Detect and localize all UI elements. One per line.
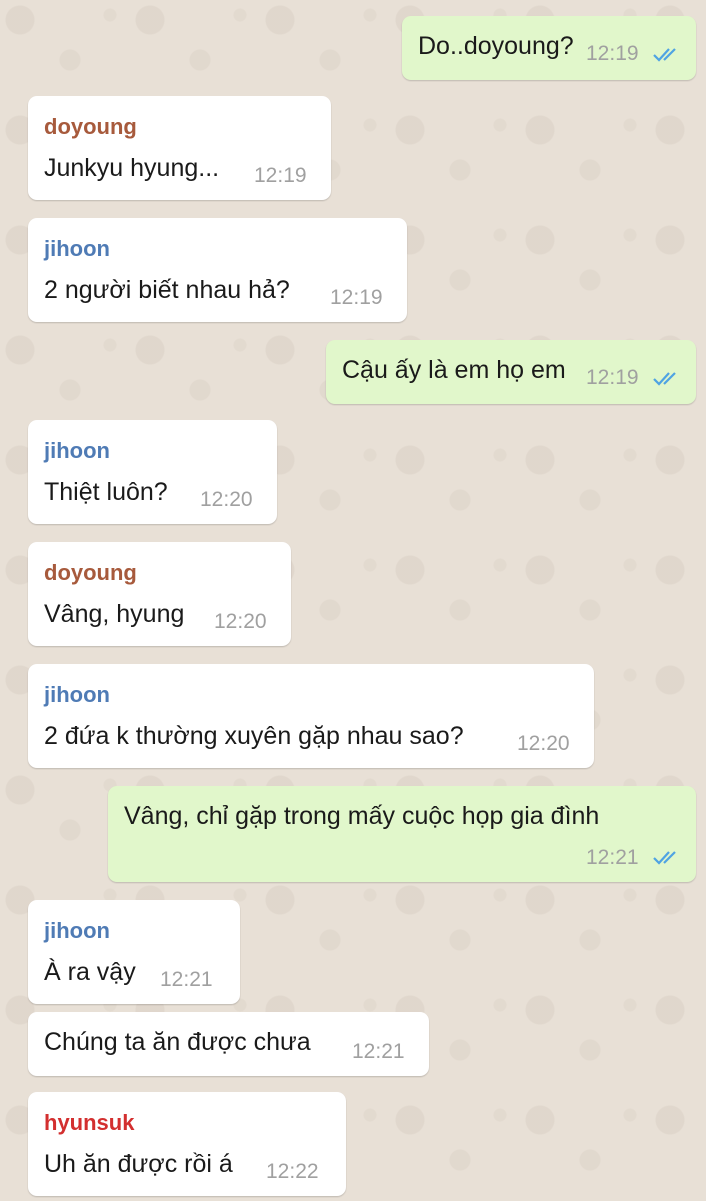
message-time: 12:22 xyxy=(266,1160,319,1183)
message-text: Thiệt luôn? xyxy=(44,478,168,506)
message-text: Junkyu hyung... xyxy=(44,154,220,182)
message-bubble-incoming[interactable]: Chúng ta ăn được chưa 12:21 xyxy=(28,1012,429,1076)
message-bubble-incoming[interactable]: jihoon Thiệt luôn? 12:20 xyxy=(28,420,277,524)
message-bubble-outgoing[interactable]: Vâng, chỉ gặp trong mấy cuộc họp gia đìn… xyxy=(108,786,696,882)
sender-name: doyoung xyxy=(44,114,137,139)
sender-name: jihoon xyxy=(44,236,110,261)
read-double-tick-icon xyxy=(653,48,676,62)
message-time: 12:20 xyxy=(214,610,267,633)
message-time: 12:21 xyxy=(160,968,213,991)
message-time: 12:19 xyxy=(330,286,383,309)
message-time: 12:21 xyxy=(586,846,639,869)
message-text: 2 người biết nhau hả? xyxy=(44,276,290,304)
message-time: 12:20 xyxy=(200,488,253,511)
message-text: Do..doyoung? xyxy=(418,32,574,60)
message-text: Vâng, hyung xyxy=(44,600,185,628)
message-bubble-incoming[interactable]: hyunsuk Uh ăn được rồi á 12:22 xyxy=(28,1092,346,1196)
message-bubble-outgoing[interactable]: Do..doyoung? 12:19 xyxy=(402,16,696,80)
message-text: Chúng ta ăn được chưa xyxy=(44,1028,311,1056)
read-double-tick-icon xyxy=(653,851,676,865)
message-bubble-outgoing[interactable]: Cậu ấy là em họ em 12:19 xyxy=(326,340,696,404)
message-bubble-incoming[interactable]: doyoung Junkyu hyung... 12:19 xyxy=(28,96,331,200)
sender-name: jihoon xyxy=(44,438,110,463)
sender-name: jihoon xyxy=(44,682,110,707)
sender-name: hyunsuk xyxy=(44,1110,135,1135)
message-text: 2 đứa k thường xuyên gặp nhau sao? xyxy=(44,722,464,750)
message-text: Uh ăn được rồi á xyxy=(44,1150,233,1178)
sender-name: jihoon xyxy=(44,918,110,943)
message-time: 12:19 xyxy=(586,366,639,389)
message-time: 12:19 xyxy=(254,164,307,187)
message-text: À ra vậy xyxy=(44,958,136,986)
message-text: Cậu ấy là em họ em xyxy=(342,356,566,384)
sender-name: doyoung xyxy=(44,560,137,585)
message-bubble-incoming[interactable]: jihoon 2 người biết nhau hả? 12:19 xyxy=(28,218,407,322)
message-bubble-incoming[interactable]: jihoon À ra vậy 12:21 xyxy=(28,900,240,1004)
message-time: 12:21 xyxy=(352,1040,405,1063)
message-bubble-incoming[interactable]: jihoon 2 đứa k thường xuyên gặp nhau sao… xyxy=(28,664,594,768)
message-time: 12:20 xyxy=(517,732,570,755)
message-text: Vâng, chỉ gặp trong mấy cuộc họp gia đìn… xyxy=(124,802,600,830)
message-bubble-incoming[interactable]: doyoung Vâng, hyung 12:20 xyxy=(28,542,291,646)
read-double-tick-icon xyxy=(653,372,676,386)
message-time: 12:19 xyxy=(586,42,639,65)
